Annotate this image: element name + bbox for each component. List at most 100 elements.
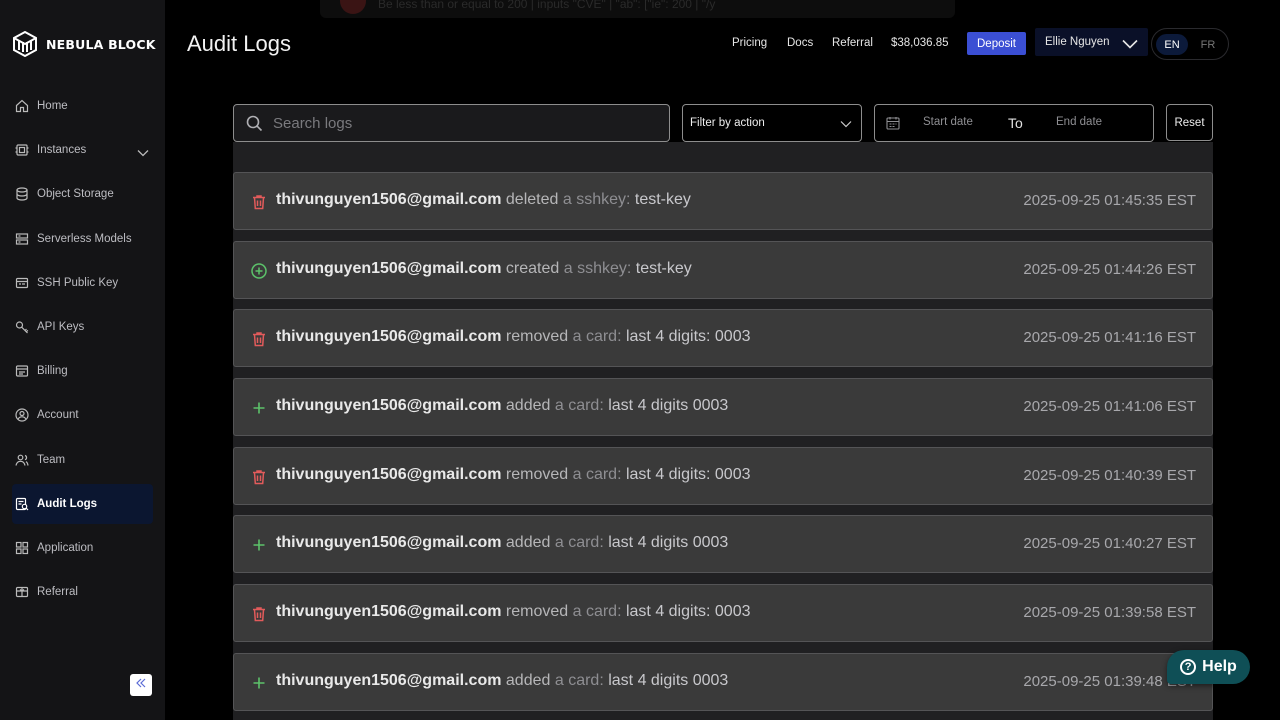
sidebar-item-label: Instances <box>37 144 87 157</box>
log-row[interactable]: thivunguyen1506@gmail.com added a card: … <box>233 653 1213 711</box>
log-entity-type: a sshkey: <box>563 260 632 277</box>
help-button[interactable]: ? Help <box>1167 650 1250 684</box>
sidebar-item-ssh-public-key[interactable]: SSH Public Key <box>12 263 153 303</box>
reset-button[interactable]: Reset <box>1166 104 1213 141</box>
sidebar-item-label: Home <box>37 100 68 112</box>
log-user-email: thivunguyen1506@gmail.com <box>276 603 502 620</box>
banner-status-dot <box>340 0 366 14</box>
sidebar-item-referral[interactable]: Referral <box>12 572 153 612</box>
sidebar-item-application[interactable]: Application <box>12 528 153 568</box>
notification-banner: Be less than or equal to 200 | inputs "C… <box>320 0 955 18</box>
log-timestamp: 2025-09-25 01:40:39 EST <box>1023 467 1196 484</box>
log-action: deleted <box>505 191 559 208</box>
key-icon <box>14 319 30 335</box>
double-chevron-left-icon <box>135 676 147 694</box>
collapse-sidebar-button[interactable] <box>130 674 152 696</box>
log-message: thivunguyen1506@gmail.com removed a card… <box>276 603 751 621</box>
user-menu[interactable]: Ellie Nguyen <box>1035 28 1148 56</box>
sidebar-item-object-storage[interactable]: Object Storage <box>12 174 153 214</box>
calendar-icon[interactable] <box>886 116 900 135</box>
billing-icon <box>14 363 30 379</box>
action-filter-select[interactable]: Filter by action <box>682 104 862 142</box>
log-entity-detail: last 4 digits: 0003 <box>625 466 751 483</box>
sidebar: NEBULA BLOCK Home Instances Object Stora… <box>0 0 165 720</box>
nav-link-label[interactable]: Pricing <box>732 37 767 49</box>
page-title: Audit Logs <box>187 31 291 56</box>
plus-icon <box>253 677 265 689</box>
language-toggle: EN FR <box>1151 28 1229 60</box>
brand-logo[interactable]: NEBULA BLOCK <box>12 30 156 58</box>
search-box <box>233 104 670 142</box>
account-icon <box>14 407 30 423</box>
nav-link-label[interactable]: Referral <box>832 37 873 49</box>
log-entity-detail: last 4 digits: 0003 <box>625 603 751 620</box>
sidebar-item-audit-logs[interactable]: Audit Logs <box>12 483 153 524</box>
sidebar-item-label: Billing <box>37 365 68 378</box>
log-message: thivunguyen1506@gmail.com deleted a sshk… <box>276 191 691 209</box>
audit-logs-icon <box>14 496 30 512</box>
sidebar-item-account[interactable]: Account <box>12 395 153 435</box>
log-timestamp: 2025-09-25 01:39:58 EST <box>1023 604 1196 621</box>
server-icon <box>14 231 30 247</box>
date-range-picker: Start date To End date <box>874 104 1154 142</box>
log-entity-detail: last 4 digits: 0003 <box>625 328 751 345</box>
sidebar-item-label: Object Storage <box>37 188 114 201</box>
plus-icon <box>253 539 265 551</box>
log-entity-detail: test-key <box>635 260 692 277</box>
end-date-input[interactable]: End date <box>1056 116 1102 128</box>
sidebar-item-label: API Keys <box>37 320 85 333</box>
language-option-fr[interactable]: FR <box>1192 34 1224 55</box>
search-input[interactable] <box>273 114 653 132</box>
sidebar-item-label: Audit Logs <box>37 497 98 510</box>
log-user-email: thivunguyen1506@gmail.com <box>276 328 502 345</box>
brand-name: NEBULA BLOCK <box>46 36 156 52</box>
log-action: added <box>505 672 551 689</box>
audit-log-list: thivunguyen1506@gmail.com deleted a sshk… <box>233 142 1213 720</box>
log-message: thivunguyen1506@gmail.com added a card: … <box>276 672 728 690</box>
plus-circle-icon <box>251 263 267 279</box>
log-row[interactable]: thivunguyen1506@gmail.com deleted a sshk… <box>233 172 1213 230</box>
date-range-separator: To <box>1008 115 1023 131</box>
deposit-button[interactable]: Deposit <box>967 32 1026 55</box>
team-icon <box>14 452 30 468</box>
nav-link-referral[interactable]: Referral <box>832 32 873 54</box>
sidebar-item-api-keys[interactable]: API Keys <box>12 307 153 347</box>
log-entity-type: a card: <box>554 672 604 689</box>
log-entity-type: a card: <box>572 466 622 483</box>
log-timestamp: 2025-09-25 01:40:27 EST <box>1023 535 1196 552</box>
log-message: thivunguyen1506@gmail.com created a sshk… <box>276 260 692 278</box>
instances-icon <box>14 142 30 158</box>
log-entity-detail: last 4 digits 0003 <box>608 397 729 414</box>
log-user-email: thivunguyen1506@gmail.com <box>276 397 502 414</box>
log-timestamp: 2025-09-25 01:44:26 EST <box>1023 261 1196 278</box>
log-entity-type: a card: <box>572 603 622 620</box>
start-date-input[interactable]: Start date <box>923 116 973 128</box>
sidebar-item-team[interactable]: Team <box>12 440 153 480</box>
log-entity-type: a card: <box>554 534 604 551</box>
log-row[interactable]: thivunguyen1506@gmail.com created a sshk… <box>233 241 1213 299</box>
log-row[interactable]: thivunguyen1506@gmail.com removed a card… <box>233 309 1213 367</box>
sidebar-item-home[interactable]: Home <box>12 86 153 126</box>
log-user-email: thivunguyen1506@gmail.com <box>276 672 502 689</box>
sidebar-item-serverless-models[interactable]: Serverless Models <box>12 219 153 259</box>
nav-link-docs[interactable]: Docs <box>787 32 813 54</box>
log-row[interactable]: thivunguyen1506@gmail.com added a card: … <box>233 515 1213 573</box>
search-icon <box>246 115 263 132</box>
chevron-down-icon[interactable] <box>137 144 149 162</box>
nav-link-pricing[interactable]: Pricing <box>732 32 767 54</box>
trash-icon <box>253 332 265 347</box>
log-row[interactable]: thivunguyen1506@gmail.com added a card: … <box>233 378 1213 436</box>
log-entity-type: a card: <box>572 328 622 345</box>
trash-icon <box>253 470 265 485</box>
log-row[interactable]: thivunguyen1506@gmail.com removed a card… <box>233 584 1213 642</box>
log-action: created <box>505 260 560 277</box>
nav-link-label[interactable]: Docs <box>787 37 813 49</box>
log-timestamp: 2025-09-25 01:41:06 EST <box>1023 398 1196 415</box>
language-option-en[interactable]: EN <box>1156 34 1188 55</box>
log-row[interactable]: thivunguyen1506@gmail.com removed a card… <box>233 447 1213 505</box>
log-action: removed <box>505 466 569 483</box>
sidebar-item-instances[interactable]: Instances <box>12 130 153 170</box>
sidebar-item-billing[interactable]: Billing <box>12 351 153 391</box>
main-content: Be less than or equal to 200 | inputs "C… <box>165 0 1280 720</box>
log-entity-type: a card: <box>554 397 604 414</box>
